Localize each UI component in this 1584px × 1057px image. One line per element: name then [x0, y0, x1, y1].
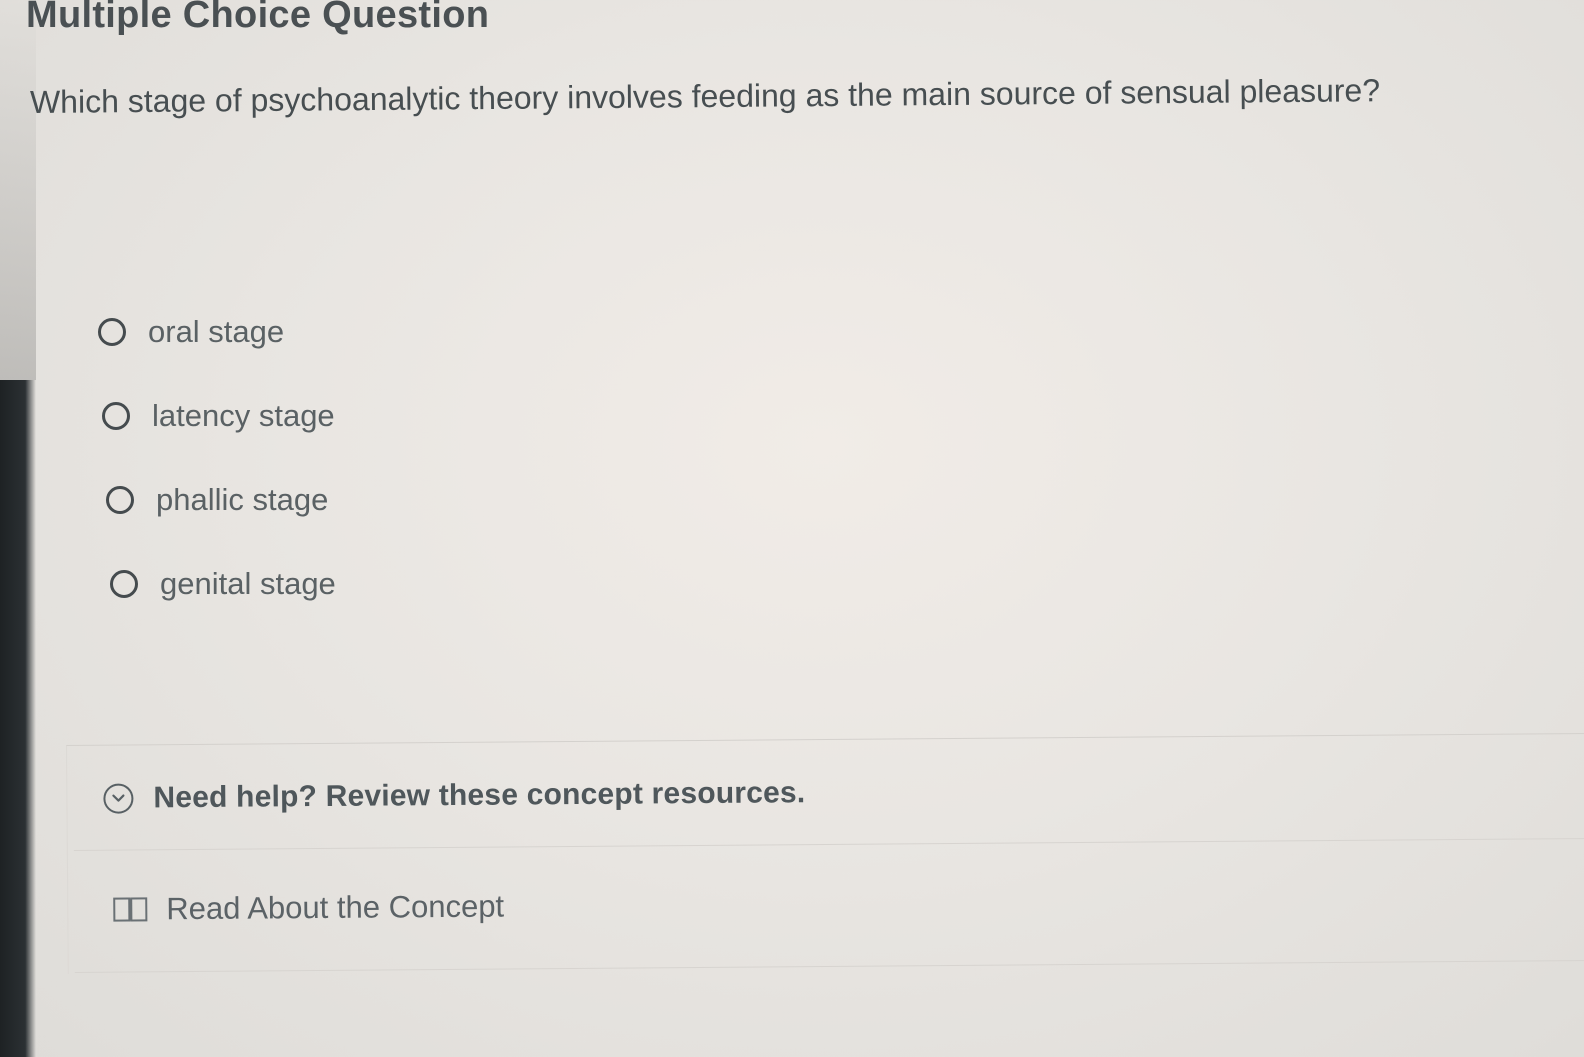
radio-button[interactable]	[110, 570, 138, 598]
option-oral-stage[interactable]: oral stage	[98, 306, 336, 358]
concept-resources-toggle[interactable]: Need help? Review these concept resource…	[103, 776, 805, 816]
concept-resources-panel: Need help? Review these concept resource…	[66, 732, 1584, 974]
option-label: genital stage	[160, 566, 336, 601]
option-label: latency stage	[152, 398, 335, 433]
screen-edge-shadow	[0, 0, 36, 380]
divider	[73, 837, 1584, 851]
option-label: phallic stage	[156, 482, 329, 517]
answer-options: oral stage latency stage phallic stage g…	[98, 306, 336, 642]
radio-button[interactable]	[102, 402, 130, 430]
book-icon	[113, 897, 148, 922]
chevron-down-circle-icon[interactable]	[103, 783, 134, 814]
option-label: oral stage	[148, 314, 285, 349]
question-text: Which stage of psychoanalytic theory inv…	[29, 72, 1381, 120]
option-genital-stage[interactable]: genital stage	[110, 558, 336, 610]
page-title: Multiple Choice Question	[26, 0, 490, 36]
screen-bezel	[0, 380, 36, 1057]
option-phallic-stage[interactable]: phallic stage	[106, 474, 336, 526]
concept-link-label[interactable]: Read About the Concept	[166, 889, 504, 928]
radio-button[interactable]	[106, 486, 134, 514]
option-latency-stage[interactable]: latency stage	[102, 390, 336, 442]
radio-button[interactable]	[98, 318, 126, 346]
divider	[74, 959, 1584, 973]
read-about-concept-link[interactable]: Read About the Concept	[112, 889, 504, 928]
help-toggle-label[interactable]: Need help? Review these concept resource…	[153, 776, 805, 815]
